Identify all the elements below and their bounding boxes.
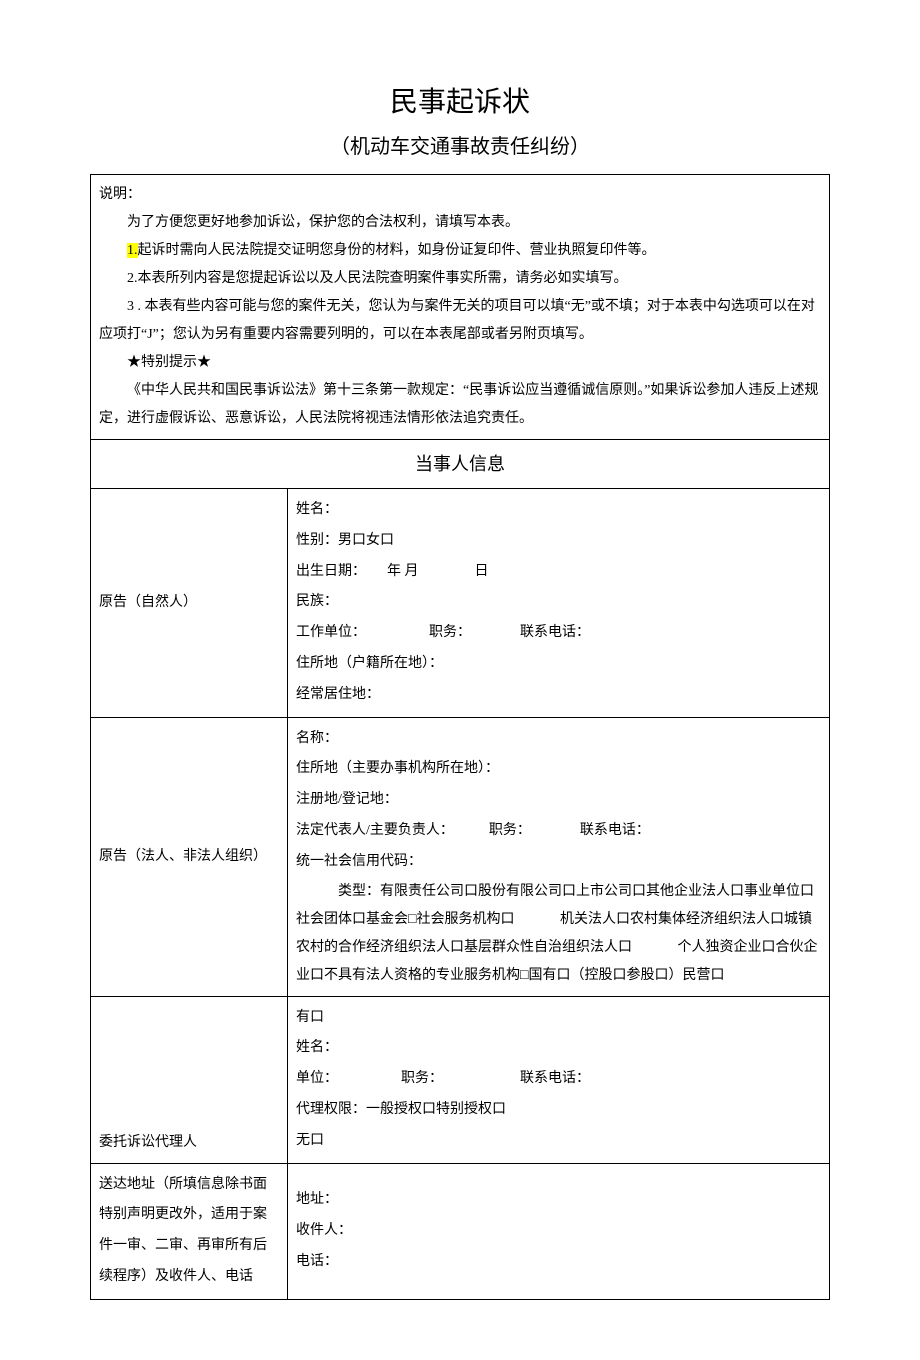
instruction-line-3: 2.本表所列内容是您提起诉讼以及人民法院查明案件事实所需，请务必如实填写。 [99, 265, 821, 293]
gender-field[interactable]: 性别：男口女口 [296, 526, 821, 557]
agent-fields: 有口 姓名： 单位： 职务： 联系电话： 代理权限：一般授权口特别授权口 无口 [288, 996, 830, 1163]
document-subtitle: （机动车交通事故责任纠纷） [90, 130, 830, 159]
plaintiff-org-label: 原告（法人、非法人组织） [91, 717, 288, 996]
section-header-party: 当事人信息 [91, 440, 830, 489]
special-tip-label: ★特别提示★ [99, 349, 821, 377]
org-domicile-field[interactable]: 住所地（主要办事机构所在地）： [296, 754, 821, 785]
delivery-fields: 地址： 收件人： 电话： [288, 1163, 830, 1299]
plaintiff-natural-fields: 姓名： 性别：男口女口 出生日期： 年 月 日 民族： 工作单位： 职务： 联系… [288, 489, 830, 718]
instruction-line-2: 1.起诉时需向人民法院提交证明您身份的材料，如身份证复印件、营业执照复印件等。 [99, 237, 821, 265]
agent-unit-field[interactable]: 单位： 职务： 联系电话： [296, 1064, 821, 1095]
org-name-field[interactable]: 名称： [296, 724, 821, 755]
delivery-addr-field[interactable]: 地址： [296, 1185, 821, 1216]
instruction-line-1: 为了方便您更好地参加诉讼，保护您的合法权利，请填写本表。 [99, 209, 821, 237]
org-reg-field[interactable]: 注册地/登记地： [296, 785, 821, 816]
domicile-field[interactable]: 住所地（户籍所在地）： [296, 649, 821, 680]
org-uscc-field[interactable]: 统一社会信用代码： [296, 847, 821, 878]
form-table: 说明： 为了方便您更好地参加诉讼，保护您的合法权利，请填写本表。 1.起诉时需向… [90, 174, 830, 1300]
special-tip-text: 《中华人民共和国民事诉讼法》第十三条第一款规定：“民事诉讼应当遵循诚信原则。”如… [99, 377, 821, 433]
instructions-cell: 说明： 为了方便您更好地参加诉讼，保护您的合法权利，请填写本表。 1.起诉时需向… [91, 175, 830, 440]
instructions-label: 说明： [99, 181, 821, 209]
agent-name-field[interactable]: 姓名： [296, 1033, 821, 1064]
plaintiff-natural-label: 原告（自然人） [91, 489, 288, 718]
delivery-recipient-field[interactable]: 收件人： [296, 1216, 821, 1247]
agent-auth-field[interactable]: 代理权限：一般授权口特别授权口 [296, 1095, 821, 1126]
birth-field[interactable]: 出生日期： 年 月 日 [296, 557, 821, 588]
instruction-line-4: 3 . 本表有些内容可能与您的案件无关，您认为与案件无关的项目可以填“无”或不填… [99, 293, 821, 349]
plaintiff-org-fields: 名称： 住所地（主要办事机构所在地）： 注册地/登记地： 法定代表人/主要负责人… [288, 717, 830, 996]
highlight-text: 1. [127, 243, 138, 258]
org-legalrep-field[interactable]: 法定代表人/主要负责人： 职务： 联系电话： [296, 816, 821, 847]
delivery-phone-field[interactable]: 电话： [296, 1247, 821, 1278]
residence-field[interactable]: 经常居住地： [296, 680, 821, 711]
agent-label: 委托诉讼代理人 [91, 996, 288, 1163]
org-type-field[interactable]: 类型：有限责任公司口股份有限公司口上市公司口其他企业法人口事业单位口社会团体口基… [296, 878, 821, 990]
agent-none-field[interactable]: 无口 [296, 1126, 821, 1157]
work-field[interactable]: 工作单位： 职务： 联系电话： [296, 618, 821, 649]
ethnic-field[interactable]: 民族： [296, 587, 821, 618]
name-field[interactable]: 姓名： [296, 495, 821, 526]
agent-has-field[interactable]: 有口 [296, 1003, 821, 1034]
document-title: 民事起诉状 [90, 80, 830, 120]
delivery-label: 送达地址（所填信息除书面特别声明更改外，适用于案件一审、二审、再审所有后续程序）… [91, 1163, 288, 1299]
